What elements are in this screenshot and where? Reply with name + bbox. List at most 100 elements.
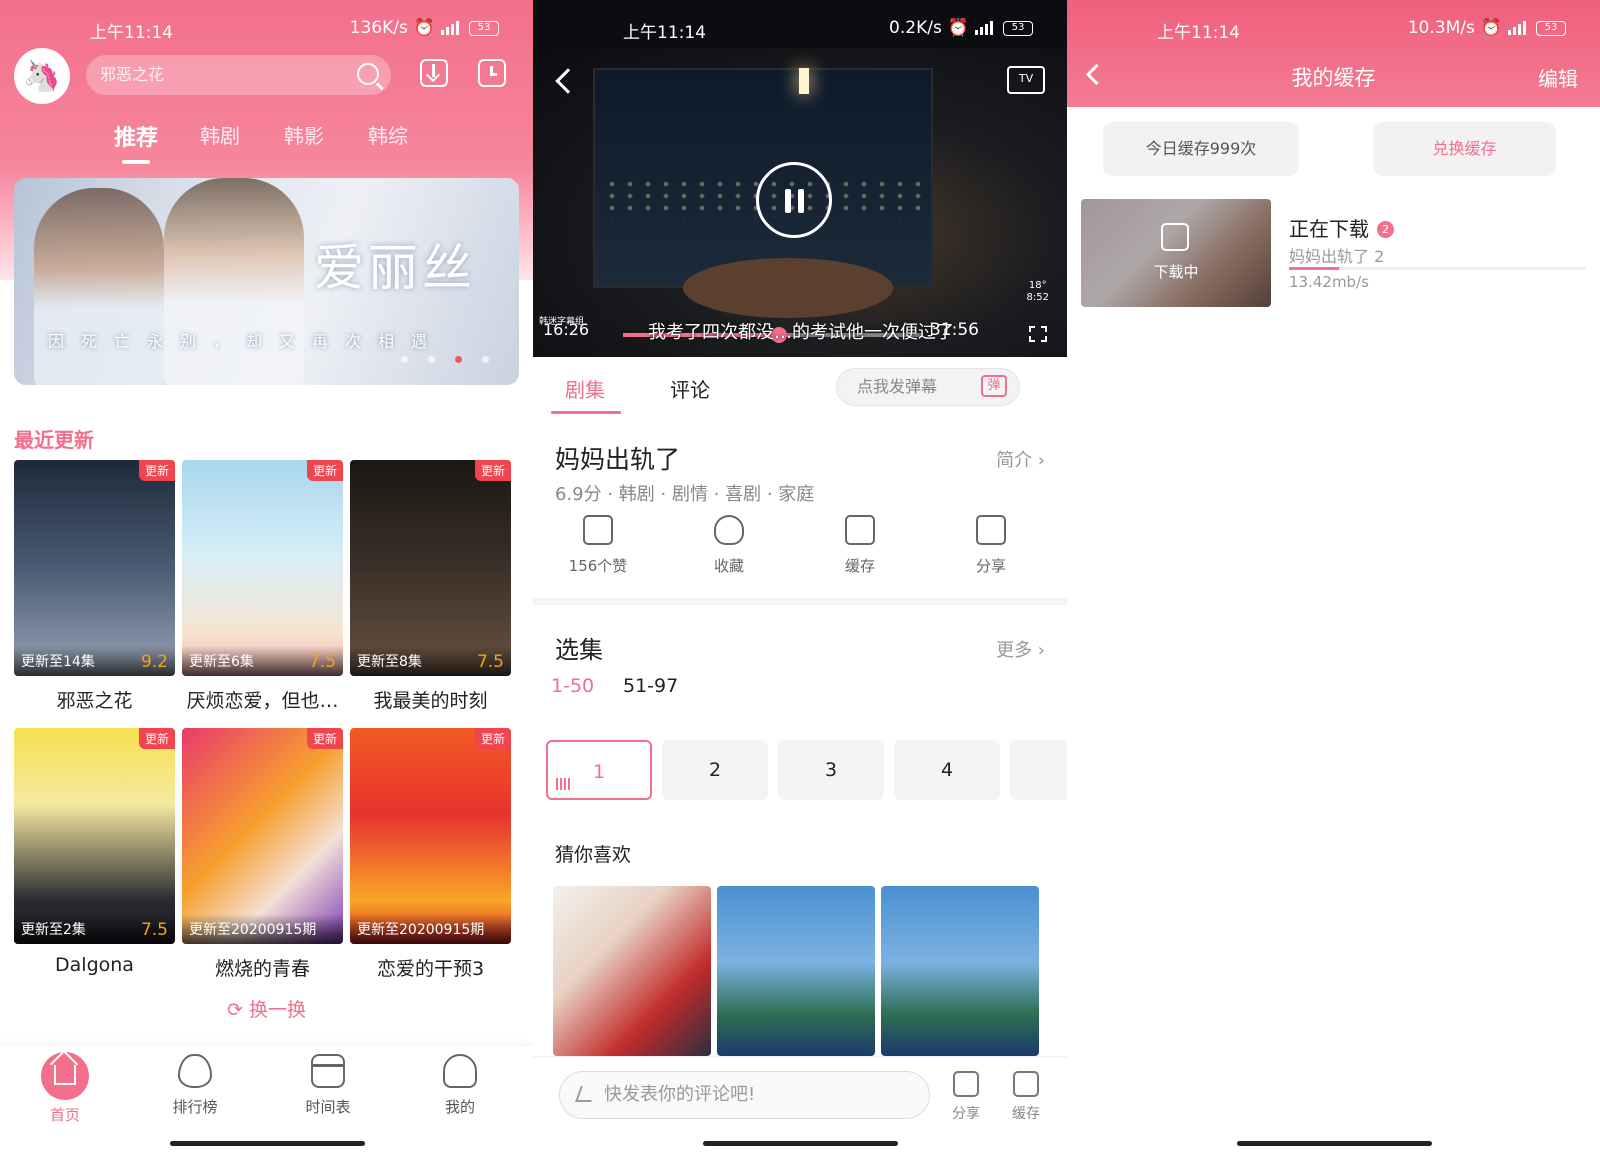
recommend-poster[interactable] bbox=[881, 886, 1039, 1056]
share-icon bbox=[953, 1071, 979, 1097]
like-label: 156个赞 bbox=[568, 557, 628, 575]
update-badge: 更新 bbox=[138, 460, 175, 481]
show-title: 妈妈出轨了 bbox=[555, 445, 681, 474]
carousel-dot bbox=[482, 356, 489, 363]
danmu-placeholder: 点我发弹幕 bbox=[857, 377, 938, 396]
status-bar: 上午11:14 0.2K/s ⏰ 53 bbox=[533, 0, 1067, 60]
rating-score: 9.2 bbox=[140, 652, 168, 672]
signal-icon bbox=[441, 21, 463, 35]
show-card[interactable]: 更新 更新至20200915期恋爱的干预3 bbox=[350, 728, 511, 981]
downloading-item[interactable]: 下载中 正在下载 2 妈妈出轨了 2 13.42mb/s bbox=[1081, 199, 1586, 309]
episode-button[interactable]: 3 bbox=[778, 740, 884, 800]
show-poster: 更新 更新至2集 7.5 bbox=[14, 728, 175, 944]
show-name: 燃烧的青春 bbox=[214, 958, 310, 980]
pause-button[interactable] bbox=[756, 162, 832, 238]
favorite-button[interactable]: 收藏 bbox=[679, 515, 779, 576]
nav-label: 排行榜 bbox=[172, 1098, 218, 1116]
show-poster: 更新 更新至20200915期 bbox=[182, 728, 343, 944]
show-card[interactable]: 更新 更新至8集 7.5 我最美的时刻 bbox=[350, 460, 511, 713]
nav-home[interactable]: 首页 bbox=[25, 1052, 105, 1125]
show-card[interactable]: 更新 更新至20200915期燃烧的青春 bbox=[182, 728, 343, 981]
share-button[interactable]: 分享 bbox=[941, 515, 1041, 576]
carousel-dot bbox=[401, 356, 408, 363]
home-indicator bbox=[169, 1141, 365, 1146]
show-poster: 更新 更新至20200915期 bbox=[350, 728, 511, 944]
episode-button[interactable] bbox=[1010, 740, 1067, 800]
tab-recommend[interactable]: 推荐 bbox=[114, 120, 158, 152]
episode-button[interactable]: 1 bbox=[546, 740, 652, 800]
tab-episodes[interactable]: 剧集 bbox=[565, 374, 605, 403]
danmu-input[interactable]: 点我发弹幕 弹 bbox=[836, 368, 1020, 406]
duration: 31:56 bbox=[930, 320, 979, 340]
section-divider bbox=[533, 598, 1067, 605]
video-player[interactable]: 上午11:14 0.2K/s ⏰ 53 TV 18° 8:52 韩迷字幕组 16:… bbox=[533, 0, 1067, 357]
share-icon bbox=[976, 515, 1006, 545]
danmu-toggle-icon[interactable]: 弹 bbox=[981, 375, 1007, 397]
profile-icon bbox=[443, 1054, 477, 1088]
show-name: 恋爱的干预3 bbox=[376, 958, 485, 980]
tab-kvariety[interactable]: 韩综 bbox=[368, 120, 408, 149]
download-icon[interactable] bbox=[420, 59, 448, 87]
download-progress-bar bbox=[1289, 267, 1586, 270]
tab-kmovie[interactable]: 韩影 bbox=[284, 120, 324, 149]
avatar[interactable]: 🦄 bbox=[14, 48, 70, 104]
nav-ranking[interactable]: 排行榜 bbox=[155, 1054, 235, 1117]
status-bar: 上午11:14 10.3M/s ⏰ 53 bbox=[1067, 0, 1600, 60]
thumbs-up-icon bbox=[583, 515, 613, 545]
show-card[interactable]: 更新 更新至6集 7.5 厌烦恋爱，但也… bbox=[182, 460, 343, 713]
range-tab[interactable]: 1-50 bbox=[551, 675, 594, 697]
episode-button[interactable]: 2 bbox=[662, 740, 768, 800]
show-card[interactable]: 更新 更新至2集 7.5 Dalgona bbox=[14, 728, 175, 976]
show-name: 我最美的时刻 bbox=[373, 690, 488, 712]
comment-input[interactable]: 快发表你的评论吧! bbox=[559, 1071, 930, 1119]
downloading-overlay: 下载中 bbox=[1153, 263, 1199, 281]
home-indicator bbox=[703, 1141, 898, 1146]
range-tab[interactable]: 51-97 bbox=[623, 675, 678, 697]
rating-score: 7.5 bbox=[308, 652, 336, 672]
cache-screen: 上午11:14 10.3M/s ⏰ 53 我的缓存 编辑 今日缓存999次 兑换… bbox=[1067, 0, 1600, 1156]
episode-count: 更新至14集 bbox=[21, 654, 95, 670]
show-name: 厌烦恋爱，但也… bbox=[186, 690, 339, 712]
like-button[interactable]: 156个赞 bbox=[548, 515, 648, 576]
carousel-dot-active bbox=[455, 356, 462, 363]
nav-schedule[interactable]: 时间表 bbox=[288, 1054, 368, 1117]
nav-profile[interactable]: 我的 bbox=[420, 1054, 500, 1117]
update-badge: 更新 bbox=[306, 460, 343, 481]
episode-count: 更新至20200915期 bbox=[189, 922, 317, 938]
download-progress-fill bbox=[1289, 267, 1340, 270]
cache-button[interactable]: 缓存 bbox=[1001, 1071, 1051, 1123]
status-bar: 上午11:14 136K/s ⏰ 53 bbox=[0, 0, 533, 60]
daily-quota-badge: 今日缓存999次 bbox=[1103, 122, 1299, 176]
bottom-nav: 首页 排行榜 时间表 我的 bbox=[0, 1046, 533, 1156]
share-button[interactable]: 分享 bbox=[941, 1071, 991, 1123]
banner-image bbox=[34, 188, 164, 385]
tab-comments[interactable]: 评论 bbox=[670, 374, 710, 403]
search-icon[interactable] bbox=[357, 63, 379, 85]
fullscreen-icon[interactable] bbox=[1029, 326, 1047, 342]
recommend-poster[interactable] bbox=[553, 886, 711, 1056]
status-time: 上午11:14 bbox=[90, 23, 173, 43]
history-icon[interactable] bbox=[478, 59, 506, 87]
refresh-button[interactable]: ⟳ 换一换 bbox=[0, 995, 533, 1022]
banner-carousel[interactable]: 爱丽丝 因死亡永别，却又再次相遇 bbox=[14, 178, 519, 385]
intro-link[interactable]: 简介 › bbox=[996, 446, 1045, 472]
network-speed: 136K/s bbox=[349, 18, 408, 38]
search-input[interactable]: 邪恶之花 bbox=[86, 55, 391, 95]
episode-button[interactable]: 4 bbox=[894, 740, 1000, 800]
cache-button[interactable]: 缓存 bbox=[810, 515, 910, 576]
exchange-cache-button[interactable]: 兑换缓存 bbox=[1373, 122, 1556, 176]
tab-kdrama[interactable]: 韩剧 bbox=[200, 120, 240, 149]
rating-score: 7.5 bbox=[476, 652, 504, 672]
cast-icon[interactable]: TV bbox=[1007, 66, 1045, 94]
alarm-icon: ⏰ bbox=[947, 18, 969, 38]
episode-count: 更新至2集 bbox=[21, 922, 86, 938]
edit-button[interactable]: 编辑 bbox=[1538, 63, 1578, 92]
episode-count: 更新至8集 bbox=[357, 654, 422, 670]
download-thumbnail: 下载中 bbox=[1081, 199, 1271, 307]
download-icon bbox=[1013, 1071, 1039, 1097]
download-count-badge: 2 bbox=[1377, 221, 1394, 238]
episode-count: 更新至20200915期 bbox=[357, 922, 485, 938]
more-link[interactable]: 更多 › bbox=[996, 636, 1045, 662]
show-card[interactable]: 更新 更新至14集 9.2 邪恶之花 bbox=[14, 460, 175, 713]
recommend-poster[interactable] bbox=[717, 886, 875, 1056]
